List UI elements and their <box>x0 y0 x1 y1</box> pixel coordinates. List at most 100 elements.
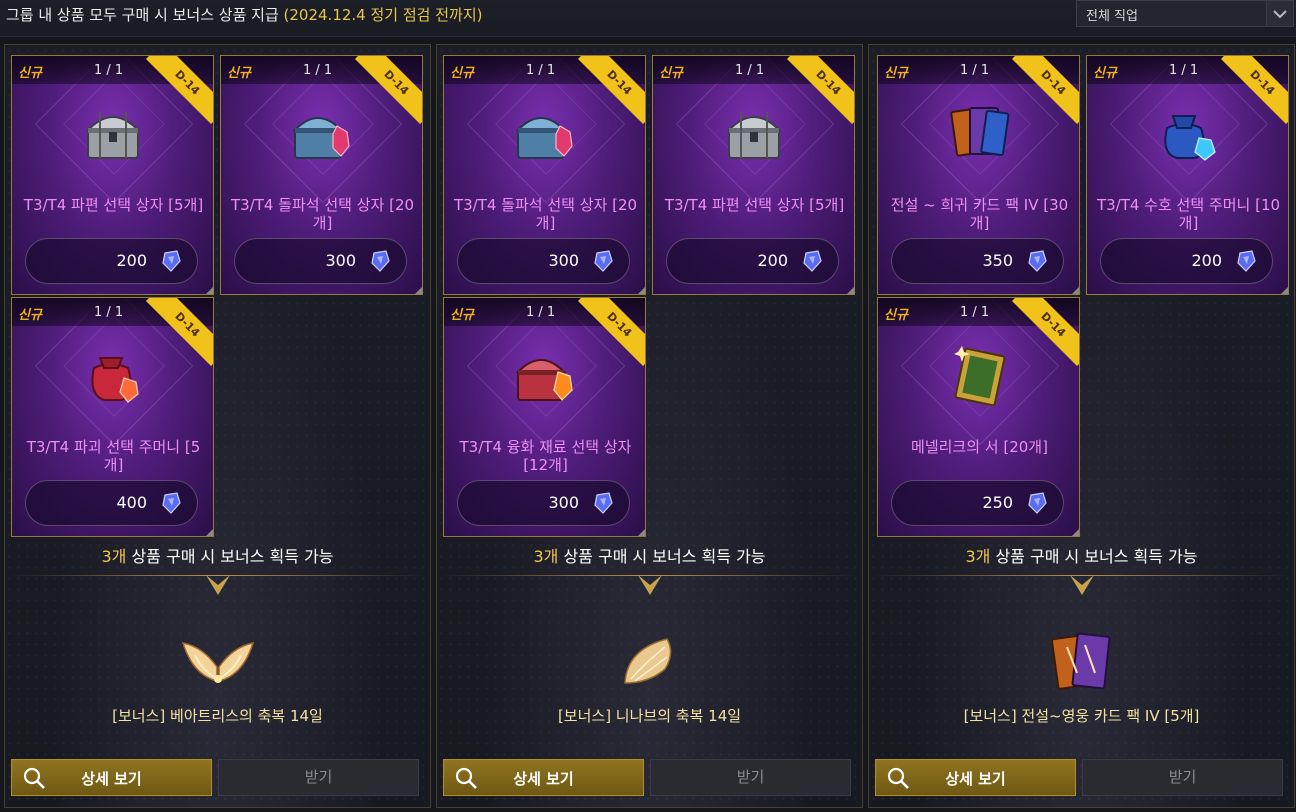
bonus-condition: 3개 상품 구매 시 보너스 획득 가능 <box>5 543 430 567</box>
bonus-condition-text: 상품 구매 시 보너스 획득 가능 <box>995 547 1198 566</box>
new-badge: 신규 <box>659 66 683 81</box>
purchase-count: 1 / 1 <box>526 305 556 320</box>
job-filter-value: 전체 직업 <box>1086 9 1138 24</box>
detail-button[interactable]: 상세 보기 <box>443 759 644 796</box>
chevron-down-icon[interactable] <box>1266 1 1293 26</box>
price-tag: 200 <box>666 238 839 284</box>
item-name: T3/T4 수호 선택 주머니 [10개] <box>1096 196 1281 232</box>
purchase-count: 1 / 1 <box>526 63 556 78</box>
item-name: 메넬리크의 서 [20개] <box>911 438 1048 456</box>
blue-crystal-icon <box>1028 492 1047 514</box>
blue-crystal-icon <box>803 250 822 272</box>
new-badge: 신규 <box>450 66 474 81</box>
receive-button[interactable]: 받기 <box>1082 759 1283 796</box>
card-pack-icon <box>1050 632 1111 690</box>
new-badge: 신규 <box>18 66 42 81</box>
price-value: 300 <box>325 251 356 270</box>
red-chest-icon <box>515 359 573 401</box>
job-filter-dropdown[interactable]: 전체 직업 <box>1076 0 1294 27</box>
card-pack-icon <box>950 107 1010 157</box>
bonus-reward: [보너스] 전설~영웅 카드 팩 IV [5개] <box>869 575 1294 755</box>
blue-crystal-icon <box>1237 250 1256 272</box>
detail-button[interactable]: 상세 보기 <box>875 759 1076 796</box>
blue-pouch-icon <box>1164 115 1216 161</box>
item-name: T3/T4 돌파석 선택 상자 [20개] <box>453 196 638 232</box>
item-name: T3/T4 파괴 선택 주머니 [5개] <box>26 438 201 474</box>
card-corner <box>847 287 854 294</box>
item-card[interactable]: 신규 1 / 1 D-14 T3/T4 수호 선택 주머니 [10개] 200 <box>1086 55 1289 295</box>
card-corner <box>1072 529 1079 536</box>
detail-button-label: 상세 보기 <box>513 770 574 788</box>
new-badge: 신규 <box>884 308 908 323</box>
purchase-count: 1 / 1 <box>735 63 765 78</box>
wing-icon <box>624 638 672 684</box>
new-badge: 신규 <box>450 308 474 323</box>
top-bar: 그룹 내 상품 모두 구매 시 보너스 상품 지급 (2024.12.4 정기 … <box>0 0 1296 37</box>
bundle-group-3: 신규 1 / 1 D-14 전설 ~ 희귀 카드 팩 IV [30개] 350 … <box>868 44 1295 808</box>
detail-button-label: 상세 보기 <box>945 770 1006 788</box>
silver-chest-icon <box>85 112 141 159</box>
page-title: 그룹 내 상품 모두 구매 시 보너스 상품 지급 (2024.12.4 정기 … <box>6 4 482 25</box>
price-value: 350 <box>982 251 1013 270</box>
purchase-count: 1 / 1 <box>960 305 990 320</box>
item-name: T3/T4 돌파석 선택 상자 [20개] <box>230 196 415 232</box>
item-card[interactable]: 신규 1 / 1 D-14 T3/T4 돌파석 선택 상자 [20개] 300 <box>443 55 646 295</box>
title-text: 그룹 내 상품 모두 구매 시 보너스 상품 지급 <box>6 6 279 24</box>
price-tag: 300 <box>457 480 630 526</box>
item-name: 전설 ~ 희귀 카드 팩 IV [30개] <box>890 196 1069 232</box>
card-corner <box>638 287 645 294</box>
event-period: (2024.12.4 정기 점검 전까지) <box>283 6 483 24</box>
price-value: 200 <box>116 251 147 270</box>
item-card[interactable]: 신규 1 / 1 D-14 T3/T4 파편 선택 상자 [5개] 200 <box>652 55 855 295</box>
blue-crystal-icon <box>594 250 613 272</box>
purchase-count: 1 / 1 <box>303 63 333 78</box>
item-card[interactable]: 신규 1 / 1 D-14 T3/T4 융화 재료 선택 상자 [12개] 30… <box>443 297 646 537</box>
item-card[interactable]: 신규 1 / 1 D-14 T3/T4 파괴 선택 주머니 [5개] 400 <box>11 297 214 537</box>
blue-crystal-icon <box>162 492 181 514</box>
card-corner <box>206 529 213 536</box>
price-value: 250 <box>982 493 1013 512</box>
bundle-group-2: 신규 1 / 1 D-14 T3/T4 돌파석 선택 상자 [20개] 300 … <box>436 44 863 808</box>
item-name: T3/T4 융화 재료 선택 상자 [12개] <box>459 438 632 474</box>
bonus-reward: [보너스] 니나브의 축복 14일 <box>437 575 862 755</box>
blue-crystal-icon <box>594 492 613 514</box>
item-name: T3/T4 파편 선택 상자 [5개] <box>664 196 845 214</box>
price-value: 200 <box>757 251 788 270</box>
bonus-reward-name: [보너스] 베아트리스의 축복 14일 <box>112 707 323 725</box>
blue-chest-icon <box>515 117 573 159</box>
detail-button[interactable]: 상세 보기 <box>11 759 212 796</box>
price-value: 300 <box>548 493 579 512</box>
price-value: 400 <box>116 493 147 512</box>
bonus-condition: 3개 상품 구매 시 보너스 획득 가능 <box>437 543 862 567</box>
silver-chest-icon <box>726 112 782 159</box>
receive-button[interactable]: 받기 <box>218 759 419 796</box>
card-corner <box>1281 287 1288 294</box>
receive-button[interactable]: 받기 <box>650 759 851 796</box>
red-pouch-icon <box>91 357 139 403</box>
wings-icon <box>181 642 255 683</box>
price-value: 200 <box>1191 251 1222 270</box>
bonus-count: 3개 <box>533 547 559 566</box>
bonus-count: 3개 <box>965 547 991 566</box>
price-tag: 250 <box>891 480 1064 526</box>
gold-chevron-icon <box>638 575 662 595</box>
item-card[interactable]: 신규 1 / 1 D-14 메넬리크의 서 [20개] 250 <box>877 297 1080 537</box>
purchase-count: 1 / 1 <box>1169 63 1199 78</box>
bonus-count: 3개 <box>101 547 127 566</box>
price-tag: 200 <box>25 238 198 284</box>
new-badge: 신규 <box>227 66 251 81</box>
blue-crystal-icon <box>1028 250 1047 272</box>
item-card[interactable]: 신규 1 / 1 D-14 T3/T4 돌파석 선택 상자 [20개] 300 <box>220 55 423 295</box>
purchase-count: 1 / 1 <box>94 305 124 320</box>
new-badge: 신규 <box>18 308 42 323</box>
item-card[interactable]: 신규 1 / 1 D-14 T3/T4 파편 선택 상자 [5개] 200 <box>11 55 214 295</box>
blue-crystal-icon <box>371 250 390 272</box>
bonus-reward-name: [보너스] 전설~영웅 카드 팩 IV [5개] <box>963 707 1200 725</box>
bonus-condition-text: 상품 구매 시 보너스 획득 가능 <box>563 547 766 566</box>
gold-chevron-icon <box>206 575 230 595</box>
blue-chest-icon <box>292 117 350 159</box>
new-badge: 신규 <box>1093 66 1117 81</box>
gold-chevron-icon <box>1070 575 1094 595</box>
item-card[interactable]: 신규 1 / 1 D-14 전설 ~ 희귀 카드 팩 IV [30개] 350 <box>877 55 1080 295</box>
new-badge: 신규 <box>884 66 908 81</box>
